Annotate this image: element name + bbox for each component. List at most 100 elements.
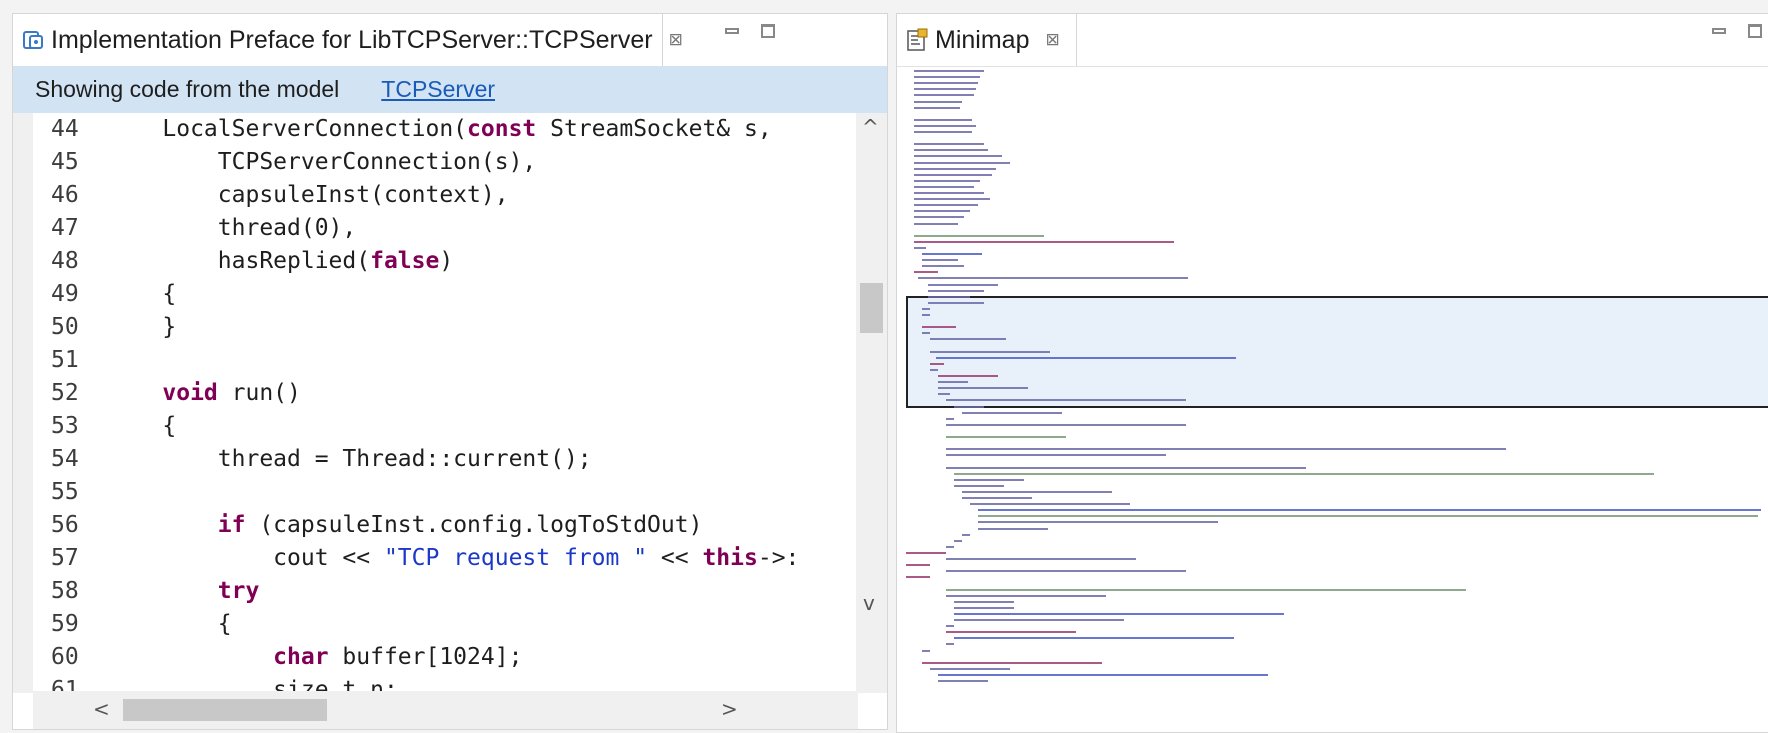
minimap-code-line xyxy=(914,185,974,188)
line-number: 57 xyxy=(51,545,79,571)
code-keyword: try xyxy=(217,578,260,604)
code-text: { xyxy=(107,413,177,439)
code-line: 53 { xyxy=(33,410,858,443)
code-keyword: char xyxy=(273,644,329,670)
minimap-code-line xyxy=(914,204,978,207)
minimap-code-line xyxy=(946,625,954,628)
minimap-overview[interactable] xyxy=(897,66,1768,732)
minimap-code-line xyxy=(928,295,970,298)
scroll-right-icon[interactable]: > xyxy=(721,699,738,719)
code-line: 59 { xyxy=(33,608,858,641)
minimize-icon[interactable] xyxy=(725,28,739,34)
minimap-code-line xyxy=(914,192,984,194)
code-text: thread = Thread::current(); xyxy=(107,446,592,472)
minimap-code-line xyxy=(946,466,1306,469)
maximize-icon[interactable] xyxy=(761,24,775,38)
code-line: 48 hasReplied(false) xyxy=(33,245,858,278)
code-line: 60 char buffer[1024]; xyxy=(33,641,858,674)
code-line: 54 thread = Thread::current(); xyxy=(33,443,858,476)
minimap-code-line xyxy=(946,423,1186,426)
model-info-bar: Showing code from the model TCPServer xyxy=(13,66,887,113)
code-text: capsuleInst(context), xyxy=(107,182,509,208)
info-text: Showing code from the model xyxy=(35,76,340,102)
line-number: 50 xyxy=(51,314,79,340)
line-number: 48 xyxy=(51,248,79,274)
minimap-code-line xyxy=(914,94,974,97)
minimap-code-line xyxy=(914,131,972,133)
code-line: 52 void run() xyxy=(33,377,858,410)
minimap-code-line xyxy=(922,649,930,652)
minimap-code-line xyxy=(906,576,930,579)
minimap-code-line xyxy=(930,667,1010,670)
code-editor[interactable]: 44 LocalServerConnection(const StreamSoc… xyxy=(13,113,858,693)
code-text: } xyxy=(107,314,177,340)
tab-implementation-preface[interactable]: Implementation Preface for LibTCPServer:… xyxy=(13,14,683,66)
vertical-scroll-thumb[interactable] xyxy=(860,283,883,333)
minimap-code-line xyxy=(962,533,970,536)
minimap-code-line xyxy=(954,600,1014,603)
line-number: 47 xyxy=(51,215,79,241)
line-number: 59 xyxy=(51,611,79,637)
minimap-code-line xyxy=(930,350,1050,353)
line-number: 58 xyxy=(51,578,79,604)
close-icon[interactable]: ⊠ xyxy=(669,30,683,50)
minimap-code-line xyxy=(914,222,958,225)
minimap-code-line xyxy=(914,100,962,103)
editor-tab-strip: Implementation Preface for LibTCPServer:… xyxy=(13,14,887,67)
horizontal-scroll-thumb[interactable] xyxy=(123,699,327,721)
minimap-code-line xyxy=(946,643,954,646)
code-line: 49 { xyxy=(33,278,858,311)
minimap-code-line xyxy=(922,332,930,335)
maximize-icon[interactable] xyxy=(1748,24,1762,38)
minimize-icon[interactable] xyxy=(1712,28,1726,34)
minimap-code-line xyxy=(978,527,1048,530)
code-line: 57 cout << "TCP request from " << this->… xyxy=(33,542,858,575)
minimap-code-line xyxy=(954,619,1124,621)
minimap-code-line xyxy=(928,283,998,286)
minimap-code-line xyxy=(906,564,930,567)
minimap-code-line xyxy=(946,558,1136,560)
minimap-code-line xyxy=(962,490,1112,493)
model-link[interactable]: TCPServer xyxy=(381,76,495,103)
minimap-code-line xyxy=(946,454,1166,457)
minimap-code-line xyxy=(946,588,1466,591)
code-line: 45 TCPServerConnection(s), xyxy=(33,146,858,179)
minimap-code-line xyxy=(946,417,954,420)
scroll-left-icon[interactable]: < xyxy=(93,699,110,719)
editor-tab-title: Implementation Preface for LibTCPServer:… xyxy=(51,25,653,54)
minimap-code-line xyxy=(914,106,960,109)
minimap-code-line xyxy=(928,301,984,304)
code-text: { xyxy=(107,611,232,637)
minimap-code-line xyxy=(914,198,990,201)
code-line: 46 capsuleInst(context), xyxy=(33,179,858,212)
scroll-up-icon[interactable]: ^ xyxy=(862,117,879,137)
code-text: ) xyxy=(439,248,454,274)
line-number: 52 xyxy=(51,380,79,406)
vertical-scrollbar[interactable]: ^ v xyxy=(856,113,887,693)
minimap-code-line xyxy=(914,234,1044,237)
minimap-code-line xyxy=(922,326,956,329)
minimap-code-line xyxy=(914,76,980,79)
code-line: 58 try xyxy=(33,575,858,608)
tab-minimap[interactable]: Minimap ⊠ xyxy=(897,14,1077,66)
minimap-code-line xyxy=(954,484,1004,487)
minimap-code-line xyxy=(914,240,1174,243)
code-text: cout << xyxy=(107,545,384,571)
minimap-code-line xyxy=(922,265,964,268)
minimap-tab-title: Minimap xyxy=(935,25,1030,54)
code-keyword: false xyxy=(370,248,440,274)
code-line: 55 xyxy=(33,476,858,509)
close-icon[interactable]: ⊠ xyxy=(1045,30,1059,50)
minimap-code-line xyxy=(914,88,976,91)
horizontal-scrollbar[interactable]: < > xyxy=(33,691,858,729)
line-number: 49 xyxy=(51,281,79,307)
minimap-code-line xyxy=(954,539,962,542)
code-text: { xyxy=(107,281,177,307)
line-number: 56 xyxy=(51,512,79,538)
minimap-code-line xyxy=(938,680,988,682)
scroll-down-icon[interactable]: v xyxy=(863,593,875,613)
line-number: 54 xyxy=(51,446,79,472)
code-text: run() xyxy=(217,380,301,406)
